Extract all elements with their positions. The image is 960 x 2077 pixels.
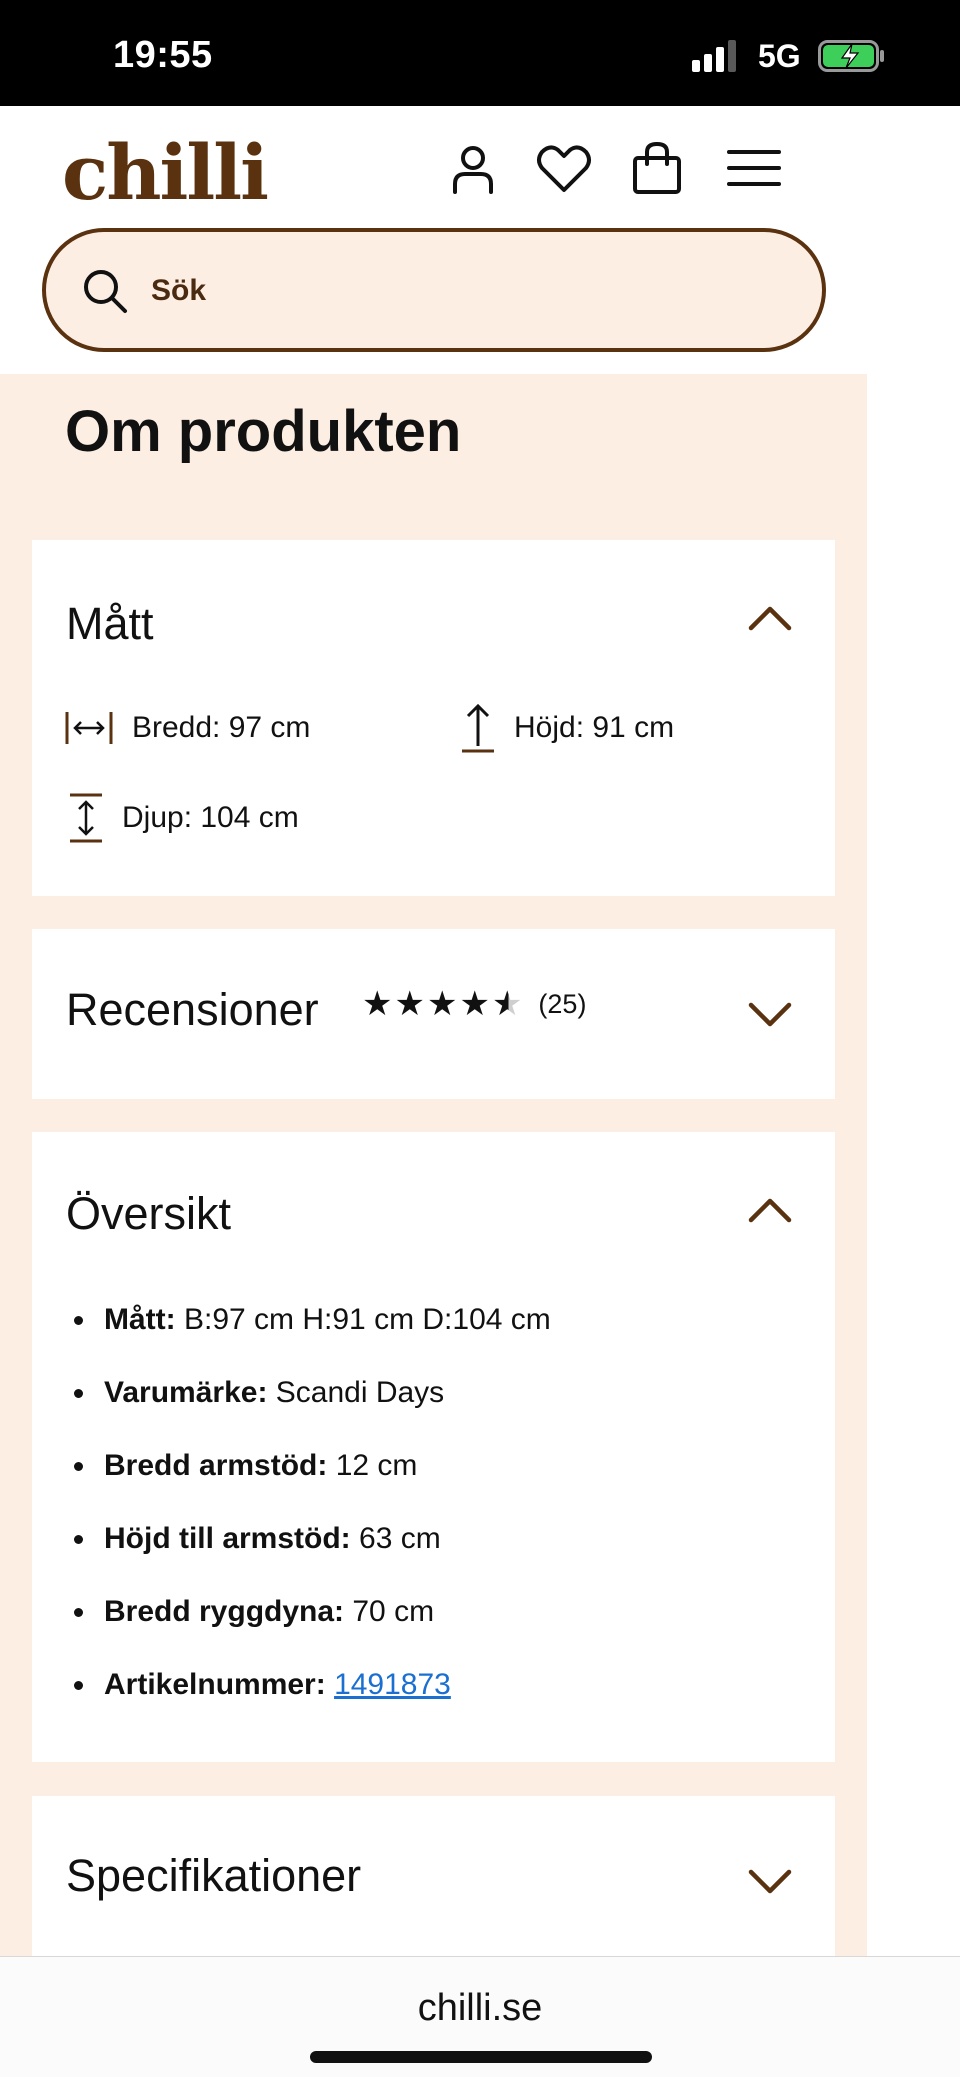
list-item: Bredd ryggdyna: 70 cm	[74, 1594, 551, 1667]
list-item: Artikelnummer: 1491873	[74, 1667, 551, 1740]
reviews-title[interactable]: Recensioner	[66, 984, 319, 1036]
star-icon: ★	[426, 985, 458, 1023]
rating-stars: ★ ★ ★ ★ ★ (25)	[362, 987, 586, 1021]
depth-arrows-icon	[70, 793, 102, 843]
overview-list: Mått: B:97 cm H:91 cm D:104 cm Varumärke…	[74, 1302, 551, 1740]
heart-icon[interactable]	[534, 138, 594, 198]
list-item-label: Mått:	[104, 1303, 176, 1336]
chevron-up-icon[interactable]	[747, 1188, 793, 1234]
list-item-label: Bredd ryggdyna:	[104, 1595, 345, 1628]
list-item-value: Scandi Days	[267, 1376, 445, 1409]
star-icon: ★	[459, 985, 490, 1023]
battery-icon	[818, 40, 884, 72]
list-item-value: 70 cm	[344, 1595, 435, 1628]
account-icon[interactable]	[443, 138, 503, 198]
dimension-height: Höjd: 91 cm	[460, 702, 674, 754]
list-item: Bredd armstöd: 12 cm	[74, 1448, 551, 1521]
dimensions-section: Mått Bredd: 97 cm Höjd: 91 cm Djup: 104 …	[32, 540, 835, 896]
star-icon: ★	[394, 985, 425, 1023]
article-number-link[interactable]: 1491873	[334, 1668, 451, 1701]
review-count: (25)	[538, 988, 587, 1019]
browser-address-bar: chilli.se	[0, 1956, 960, 2077]
list-item-label: Bredd armstöd:	[104, 1449, 328, 1482]
dimension-depth-label: Djup: 104 cm	[122, 801, 299, 834]
dimensions-title[interactable]: Mått	[66, 598, 154, 650]
star-icon: ★	[362, 985, 393, 1023]
url-text[interactable]: chilli.se	[0, 1987, 960, 2030]
dimension-width-label: Bredd: 97 cm	[132, 711, 311, 744]
overview-title[interactable]: Översikt	[66, 1188, 231, 1240]
search-bar[interactable]	[42, 228, 826, 352]
overview-section: Översikt Mått: B:97 cm H:91 cm D:104 cm …	[32, 1132, 835, 1762]
width-arrows-icon	[65, 712, 113, 744]
status-bar: 19:55 5G	[0, 0, 960, 106]
chevron-up-icon[interactable]	[747, 596, 793, 642]
chevron-down-icon[interactable]	[747, 1858, 793, 1904]
list-item: Varumärke: Scandi Days	[74, 1375, 551, 1448]
product-info: Om produkten Mått Bredd: 97 cm Höjd: 91 …	[0, 374, 867, 1956]
home-indicator[interactable]	[310, 2051, 652, 2063]
page-title: Om produkten	[65, 399, 462, 464]
menu-icon[interactable]	[724, 138, 784, 198]
network-type: 5G	[758, 38, 801, 74]
dimension-width: Bredd: 97 cm	[64, 708, 310, 748]
list-item: Höjd till armstöd: 63 cm	[74, 1521, 551, 1594]
status-time: 19:55	[113, 34, 213, 76]
search-icon	[84, 270, 127, 313]
shopping-bag-icon[interactable]	[627, 138, 687, 198]
list-item: Mått: B:97 cm H:91 cm D:104 cm	[74, 1302, 551, 1375]
list-item-value: 63 cm	[350, 1522, 441, 1555]
specifications-title[interactable]: Specifikationer	[66, 1850, 361, 1902]
list-item-label: Artikelnummer:	[104, 1668, 326, 1701]
specifications-section[interactable]: Specifikationer	[32, 1796, 835, 1956]
chevron-down-icon[interactable]	[747, 991, 793, 1037]
list-item-label: Höjd till armstöd:	[104, 1522, 351, 1555]
search-input[interactable]	[151, 268, 751, 314]
signal-icon	[692, 40, 740, 72]
dimension-depth: Djup: 104 cm	[68, 792, 299, 844]
site-header: chilli	[0, 106, 960, 374]
list-item-value: B:97 cm H:91 cm D:104 cm	[175, 1303, 551, 1336]
chilli-logo[interactable]: chilli	[62, 128, 269, 217]
reviews-section[interactable]: Recensioner ★ ★ ★ ★ ★ (25)	[32, 929, 835, 1099]
list-item-value: 12 cm	[327, 1449, 418, 1482]
half-star-icon: ★	[491, 985, 523, 1023]
dimension-height-label: Höjd: 91 cm	[514, 711, 675, 744]
height-arrow-icon	[462, 703, 494, 753]
list-item-label: Varumärke:	[104, 1376, 268, 1409]
